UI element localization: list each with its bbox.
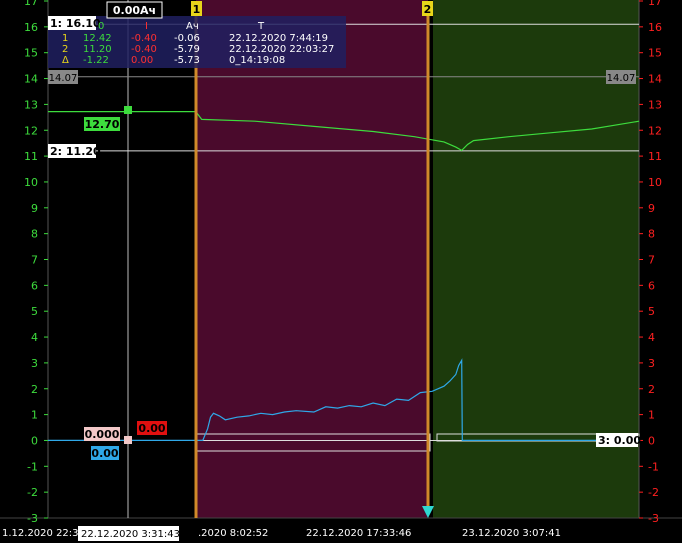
y-tick-label-right: 6 bbox=[648, 279, 655, 292]
y-tick-label-left: 1 bbox=[31, 409, 38, 422]
line14-left-label: 14.07 bbox=[49, 73, 78, 84]
info-header-v: 0 bbox=[98, 21, 104, 32]
info-row-t: 22.12.2020 7:44:19 bbox=[229, 33, 328, 44]
zero-a-label: 0.000 bbox=[85, 428, 120, 441]
cursor-2-label: 2 bbox=[424, 3, 432, 16]
zero-marker-handle[interactable] bbox=[124, 436, 132, 444]
line2-label: 2: 11.20 bbox=[50, 145, 101, 158]
y-tick-label-left: 16 bbox=[24, 21, 38, 34]
info-row-ah: -0.06 bbox=[174, 33, 200, 44]
voltage-marker-label: 12.70 bbox=[85, 118, 120, 131]
y-tick-label-right: 2 bbox=[648, 383, 655, 396]
info-row-v: 12.42 bbox=[83, 33, 112, 44]
ah-label: 0.00Ач bbox=[113, 4, 156, 17]
line14-right-label: 14.07 bbox=[607, 73, 636, 84]
line1-label: 1: 16.10 bbox=[50, 17, 101, 30]
info-row-t: 22.12.2020 22:03:27 bbox=[229, 44, 334, 55]
chart: -3-2-101234567891011121314151617 -3-2-10… bbox=[0, 0, 682, 541]
y-tick-label-right: -2 bbox=[648, 486, 659, 499]
info-header-t: T bbox=[257, 21, 265, 32]
voltage-marker-handle[interactable] bbox=[124, 106, 132, 114]
y-tick-label-left: 4 bbox=[31, 331, 38, 344]
y-tick-label-left: 10 bbox=[24, 176, 38, 189]
y-tick-label-right: 14 bbox=[648, 73, 662, 86]
info-row-i: -0.40 bbox=[131, 44, 157, 55]
y-tick-label-right: 15 bbox=[648, 47, 662, 60]
y-tick-label-left: 11 bbox=[24, 150, 38, 163]
y-tick-label-left: -3 bbox=[27, 512, 38, 525]
info-row-ah: -5.73 bbox=[174, 55, 200, 66]
y-tick-label-left: 12 bbox=[24, 124, 38, 137]
y-tick-label-right: 13 bbox=[648, 98, 662, 111]
info-row-id: 2 bbox=[62, 44, 68, 55]
y-tick-label-right: 10 bbox=[648, 176, 662, 189]
y-tick-label-right: 17 bbox=[648, 0, 662, 8]
x-tick-label: 23.12.2020 3:07:41 bbox=[462, 528, 561, 539]
y-tick-label-right: -3 bbox=[648, 512, 659, 525]
info-row-delta: Δ -1.22 0.00 -5.73 0_14:19:08 bbox=[62, 55, 285, 66]
info-header-i: I bbox=[145, 21, 148, 32]
y-tick-label-left: 0 bbox=[31, 434, 38, 447]
y-tick-label-right: 7 bbox=[648, 254, 655, 267]
info-row-v: -1.22 bbox=[83, 55, 109, 66]
y-tick-label-left: 8 bbox=[31, 228, 38, 241]
line3-label: 3: 0.00 bbox=[598, 434, 641, 447]
y-tick-label-right: 16 bbox=[648, 21, 662, 34]
info-row-1: 1 12.42 -0.40 -0.06 22.12.2020 7:44:19 bbox=[62, 33, 328, 44]
y-tick-label-left: 2 bbox=[31, 383, 38, 396]
y-tick-label-left: -2 bbox=[27, 486, 38, 499]
info-row-id: 1 bbox=[62, 33, 68, 44]
info-row-2: 2 11.20 -0.40 -5.79 22.12.2020 22:03:27 bbox=[62, 44, 334, 55]
y-ticks-left: -3-2-101234567891011121314151617 bbox=[24, 0, 48, 525]
zero-red-label: 0.00 bbox=[138, 422, 165, 435]
y-tick-label-left: 7 bbox=[31, 254, 38, 267]
y-tick-label-right: 8 bbox=[648, 228, 655, 241]
y-tick-label-left: 17 bbox=[24, 0, 38, 8]
info-header-ah: Ач bbox=[186, 21, 199, 32]
info-row-i: -0.40 bbox=[131, 33, 157, 44]
y-tick-label-left: 5 bbox=[31, 305, 38, 318]
y-tick-label-left: 14 bbox=[24, 73, 38, 86]
y-tick-label-right: 1 bbox=[648, 409, 655, 422]
y-tick-label-right: 5 bbox=[648, 305, 655, 318]
info-row-i: 0.00 bbox=[131, 55, 153, 66]
y-tick-label-right: 9 bbox=[648, 202, 655, 215]
zero-blue-label: 0.00 bbox=[91, 447, 118, 460]
x-tick-label: 22.12.2020 3:31:43 bbox=[81, 529, 180, 540]
y-tick-label-right: 0 bbox=[648, 434, 655, 447]
x-tick-label: .2020 8:02:52 bbox=[198, 528, 268, 539]
y-tick-label-right: 11 bbox=[648, 150, 662, 163]
y-ticks-right: -3-2-101234567891011121314151617 bbox=[639, 0, 662, 525]
x-tick-label: 1.12.2020 22:3 bbox=[2, 528, 79, 539]
y-tick-label-left: 6 bbox=[31, 279, 38, 292]
y-tick-label-left: 9 bbox=[31, 202, 38, 215]
y-tick-label-right: -1 bbox=[648, 460, 659, 473]
x-tick-label: 22.12.2020 17:33:46 bbox=[306, 528, 411, 539]
y-tick-label-left: 3 bbox=[31, 357, 38, 370]
y-tick-label-left: 13 bbox=[24, 98, 38, 111]
y-tick-label-left: 15 bbox=[24, 47, 38, 60]
info-row-id: Δ bbox=[62, 55, 69, 66]
y-tick-label-right: 4 bbox=[648, 331, 655, 344]
cursor-1-label: 1 bbox=[193, 3, 201, 16]
info-row-v: 11.20 bbox=[83, 44, 112, 55]
y-tick-label-right: 12 bbox=[648, 124, 662, 137]
info-row-ah: -5.79 bbox=[174, 44, 200, 55]
y-tick-label-right: 3 bbox=[648, 357, 655, 370]
y-tick-label-left: -1 bbox=[27, 460, 38, 473]
info-row-t: 0_14:19:08 bbox=[229, 55, 285, 66]
